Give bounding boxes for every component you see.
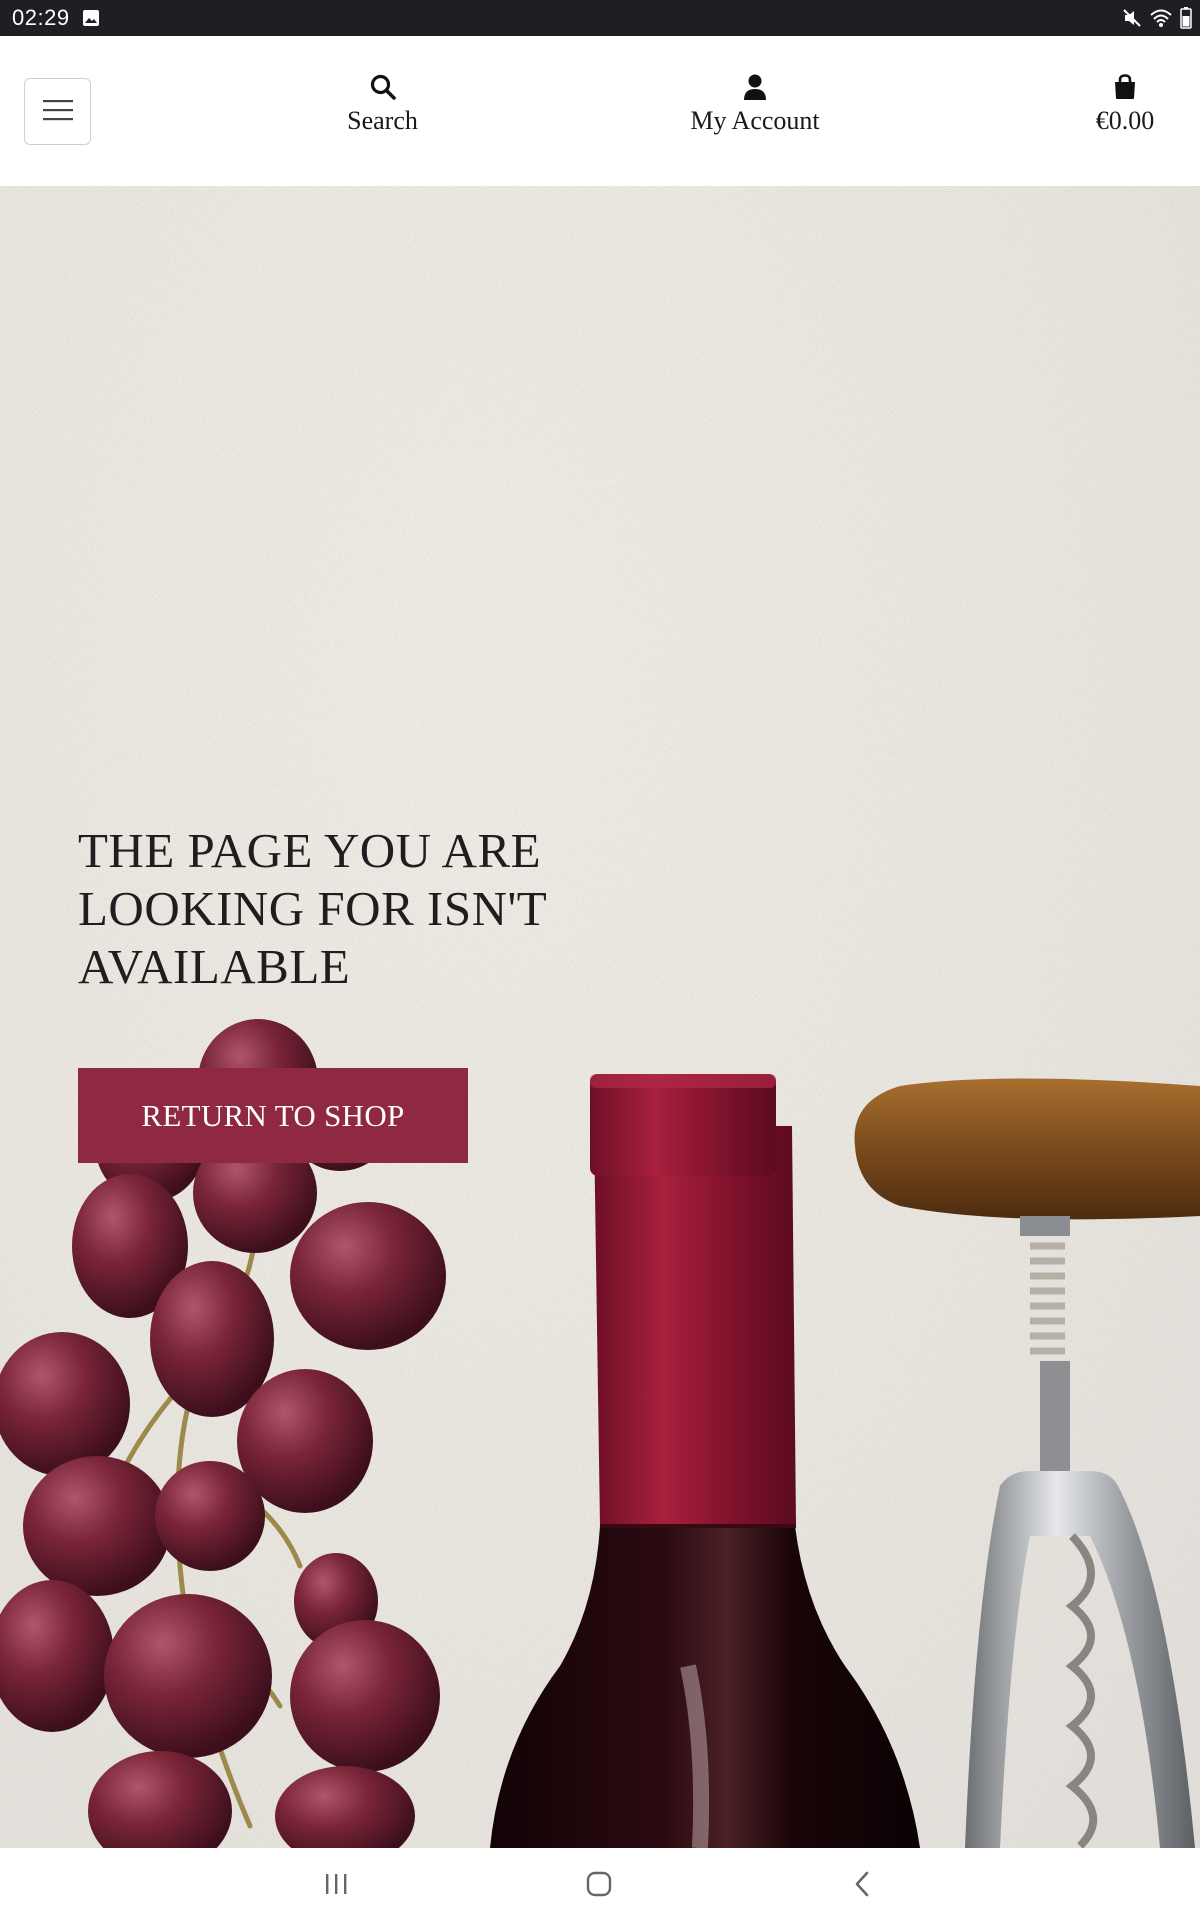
my-account-label: My Account — [690, 106, 820, 135]
hamburger-icon — [42, 98, 73, 125]
return-to-shop-button[interactable]: RETURN TO SHOP — [78, 1068, 468, 1163]
wifi-icon — [1150, 8, 1172, 28]
status-time: 02:29 — [12, 5, 70, 30]
search-icon — [370, 74, 396, 105]
my-account-link[interactable]: My Account — [680, 74, 830, 136]
shopping-bag-icon — [1113, 73, 1137, 105]
system-nav-bar — [0, 1848, 1200, 1920]
home-icon[interactable] — [579, 1866, 619, 1902]
status-icons — [1122, 6, 1192, 30]
back-icon[interactable] — [842, 1866, 882, 1902]
battery-icon — [1180, 7, 1192, 29]
search-link[interactable]: Search — [330, 74, 435, 136]
status-bar: 02:29 — [0, 0, 1200, 36]
search-label: Search — [347, 106, 418, 135]
wine-still-life-image — [0, 1019, 1200, 1848]
recent-apps-icon[interactable] — [316, 1866, 356, 1902]
user-icon — [743, 74, 767, 105]
menu-button[interactable] — [24, 78, 91, 145]
image-icon — [82, 9, 100, 27]
cart-link[interactable]: €0.00 — [1085, 73, 1165, 136]
mute-icon — [1122, 8, 1142, 28]
site-header: Search My Account €0.00 — [0, 36, 1200, 186]
hero-section: THE PAGE YOU ARE LOOKING FOR ISN'T AVAIL… — [0, 186, 1200, 1848]
cart-total: €0.00 — [1095, 106, 1155, 135]
